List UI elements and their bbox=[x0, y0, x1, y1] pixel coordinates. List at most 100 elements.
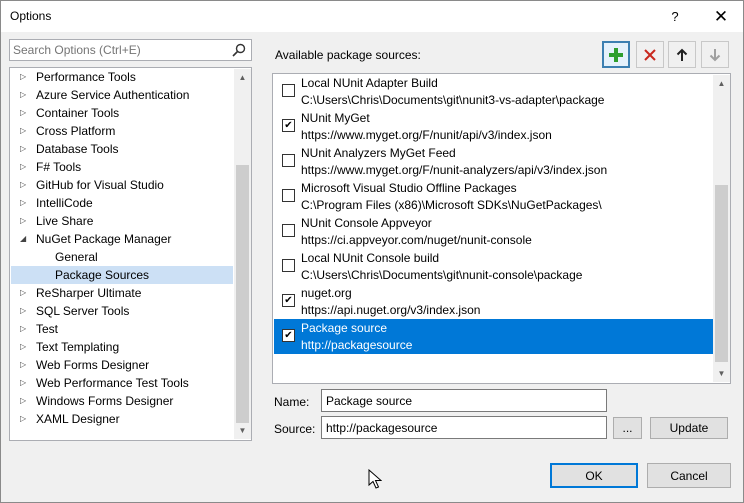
ok-button[interactable]: OK bbox=[550, 463, 638, 488]
source-name: Local NUnit Adapter Build bbox=[301, 76, 438, 90]
expand-arrow-icon[interactable]: ▷ bbox=[20, 302, 26, 320]
source-url: C:\Users\Chris\Documents\git\nunit-conso… bbox=[301, 268, 583, 282]
remove-x-icon bbox=[644, 48, 656, 61]
tree-item-package-sources[interactable]: Package Sources bbox=[11, 266, 233, 284]
expand-arrow-icon[interactable]: ▷ bbox=[20, 374, 26, 392]
search-icon[interactable] bbox=[231, 42, 247, 58]
tree-item-fsharp-tools[interactable]: ▷ F# Tools bbox=[11, 158, 233, 176]
tree-item-web-forms-designer[interactable]: ▷ Web Forms Designer bbox=[11, 356, 233, 374]
expand-arrow-icon[interactable]: ▷ bbox=[20, 68, 26, 86]
close-button[interactable]: ✕ bbox=[698, 1, 744, 32]
plus-icon bbox=[609, 47, 623, 62]
cancel-button[interactable]: Cancel bbox=[647, 463, 731, 488]
scroll-down-arrow-icon[interactable]: ▼ bbox=[713, 365, 730, 382]
package-sources-list[interactable]: Local NUnit Adapter Build C:\Users\Chris… bbox=[272, 73, 731, 384]
expand-arrow-icon[interactable]: ▷ bbox=[20, 158, 26, 176]
source-name: nuget.org bbox=[301, 286, 352, 300]
expand-arrow-icon[interactable]: ▷ bbox=[20, 284, 26, 302]
source-name: Package source bbox=[301, 321, 388, 335]
scrollbar-thumb[interactable] bbox=[236, 165, 249, 423]
expand-arrow-icon[interactable]: ▷ bbox=[20, 212, 26, 230]
title-bar: Options ? ✕ bbox=[1, 1, 743, 32]
help-button[interactable]: ? bbox=[652, 1, 698, 32]
tree-item-label: Web Forms Designer bbox=[36, 358, 150, 372]
tree-item-label: Test bbox=[36, 322, 59, 336]
source-url: https://www.myget.org/F/nunit/api/v3/ind… bbox=[301, 128, 552, 142]
list-item[interactable]: Local NUnit Adapter Build C:\Users\Chris… bbox=[274, 74, 713, 109]
expand-arrow-icon[interactable]: ▷ bbox=[20, 176, 26, 194]
expand-arrow-icon[interactable]: ▷ bbox=[20, 338, 26, 356]
tree-item-cross-platform[interactable]: ▷ Cross Platform bbox=[11, 122, 233, 140]
tree-item-resharper-ultimate[interactable]: ▷ ReSharper Ultimate bbox=[11, 284, 233, 302]
expand-arrow-icon[interactable]: ▷ bbox=[20, 392, 26, 410]
expand-arrow-icon[interactable]: ▷ bbox=[20, 410, 26, 428]
move-down-button[interactable] bbox=[701, 41, 729, 68]
options-dialog: Options ? ✕ ▷ Performance Tools ▷ Azure … bbox=[0, 0, 744, 503]
expand-arrow-icon[interactable]: ▷ bbox=[20, 140, 26, 158]
scroll-down-arrow-icon[interactable]: ▼ bbox=[234, 422, 251, 439]
tree-item-sql-server-tools[interactable]: ▷ SQL Server Tools bbox=[11, 302, 233, 320]
tree-item-container-tools[interactable]: ▷ Container Tools bbox=[11, 104, 233, 122]
list-item[interactable]: Local NUnit Console build C:\Users\Chris… bbox=[274, 249, 713, 284]
scroll-up-arrow-icon[interactable]: ▲ bbox=[713, 75, 730, 92]
name-field[interactable] bbox=[321, 389, 607, 412]
tree-item-github-for-visual-studio[interactable]: ▷ GitHub for Visual Studio bbox=[11, 176, 233, 194]
search-input[interactable] bbox=[13, 42, 223, 58]
list-item[interactable]: ✔ NUnit MyGet https://www.myget.org/F/nu… bbox=[274, 109, 713, 144]
tree-item-label: Performance Tools bbox=[36, 70, 136, 84]
tree-item-label: Azure Service Authentication bbox=[36, 88, 190, 102]
scroll-up-arrow-icon[interactable]: ▲ bbox=[234, 69, 251, 86]
tree-item-xaml-designer[interactable]: ▷ XAML Designer bbox=[11, 410, 233, 428]
list-item[interactable]: NUnit Analyzers MyGet Feed https://www.m… bbox=[274, 144, 713, 179]
tree-item-windows-forms-designer[interactable]: ▷ Windows Forms Designer bbox=[11, 392, 233, 410]
sources-scrollbar[interactable]: ▲ ▼ bbox=[713, 75, 730, 382]
tree-item-web-performance-test-tools[interactable]: ▷ Web Performance Test Tools bbox=[11, 374, 233, 392]
source-checkbox[interactable]: ✔ bbox=[282, 329, 295, 342]
tree-item-text-templating[interactable]: ▷ Text Templating bbox=[11, 338, 233, 356]
expand-arrow-icon[interactable]: ▷ bbox=[20, 320, 26, 338]
remove-source-button[interactable] bbox=[636, 41, 664, 68]
browse-button[interactable]: ... bbox=[613, 417, 642, 439]
list-item[interactable]: NUnit Console Appveyor https://ci.appvey… bbox=[274, 214, 713, 249]
list-item[interactable]: ✔ nuget.org https://api.nuget.org/v3/ind… bbox=[274, 284, 713, 319]
expand-arrow-icon[interactable]: ▷ bbox=[20, 194, 26, 212]
source-checkbox[interactable] bbox=[282, 259, 295, 272]
source-url: C:\Program Files (x86)\Microsoft SDKs\Nu… bbox=[301, 198, 602, 212]
list-item-selected[interactable]: ✔ Package source http://packagesource bbox=[274, 319, 713, 354]
tree-item-performance-tools[interactable]: ▷ Performance Tools bbox=[11, 68, 233, 86]
source-url: https://ci.appveyor.com/nuget/nunit-cons… bbox=[301, 233, 532, 247]
expand-arrow-icon[interactable]: ▷ bbox=[20, 356, 26, 374]
tree-item-azure-service-authentication[interactable]: ▷ Azure Service Authentication bbox=[11, 86, 233, 104]
scrollbar-thumb[interactable] bbox=[715, 185, 728, 362]
expand-arrow-icon[interactable]: ▷ bbox=[20, 104, 26, 122]
tree-item-label: Package Sources bbox=[55, 268, 150, 282]
add-source-button[interactable] bbox=[602, 41, 630, 68]
update-button[interactable]: Update bbox=[650, 417, 728, 439]
source-url: http://packagesource bbox=[301, 338, 413, 352]
source-field[interactable] bbox=[321, 416, 607, 439]
collapse-arrow-icon[interactable]: ◢ bbox=[20, 230, 26, 248]
window-title: Options bbox=[10, 9, 52, 23]
tree-item-label: General bbox=[55, 250, 98, 264]
source-checkbox[interactable] bbox=[282, 84, 295, 97]
move-up-button[interactable] bbox=[668, 41, 696, 68]
source-checkbox[interactable]: ✔ bbox=[282, 119, 295, 132]
arrow-up-icon bbox=[676, 48, 688, 61]
tree-item-database-tools[interactable]: ▷ Database Tools bbox=[11, 140, 233, 158]
expand-arrow-icon[interactable]: ▷ bbox=[20, 86, 26, 104]
tree-item-nuget-package-manager[interactable]: ◢ NuGet Package Manager bbox=[11, 230, 233, 248]
search-box[interactable] bbox=[9, 39, 252, 61]
tree-item-general[interactable]: General bbox=[11, 248, 233, 266]
tree-scrollbar[interactable]: ▲ ▼ bbox=[234, 69, 251, 439]
options-tree[interactable]: ▷ Performance Tools ▷ Azure Service Auth… bbox=[9, 67, 252, 441]
source-checkbox[interactable] bbox=[282, 154, 295, 167]
tree-item-intellicode[interactable]: ▷ IntelliCode bbox=[11, 194, 233, 212]
source-checkbox[interactable] bbox=[282, 189, 295, 202]
expand-arrow-icon[interactable]: ▷ bbox=[20, 122, 26, 140]
source-checkbox[interactable] bbox=[282, 224, 295, 237]
tree-item-test[interactable]: ▷ Test bbox=[11, 320, 233, 338]
tree-item-live-share[interactable]: ▷ Live Share bbox=[11, 212, 233, 230]
list-item[interactable]: Microsoft Visual Studio Offline Packages… bbox=[274, 179, 713, 214]
source-label: Source: bbox=[274, 422, 316, 436]
source-checkbox[interactable]: ✔ bbox=[282, 294, 295, 307]
